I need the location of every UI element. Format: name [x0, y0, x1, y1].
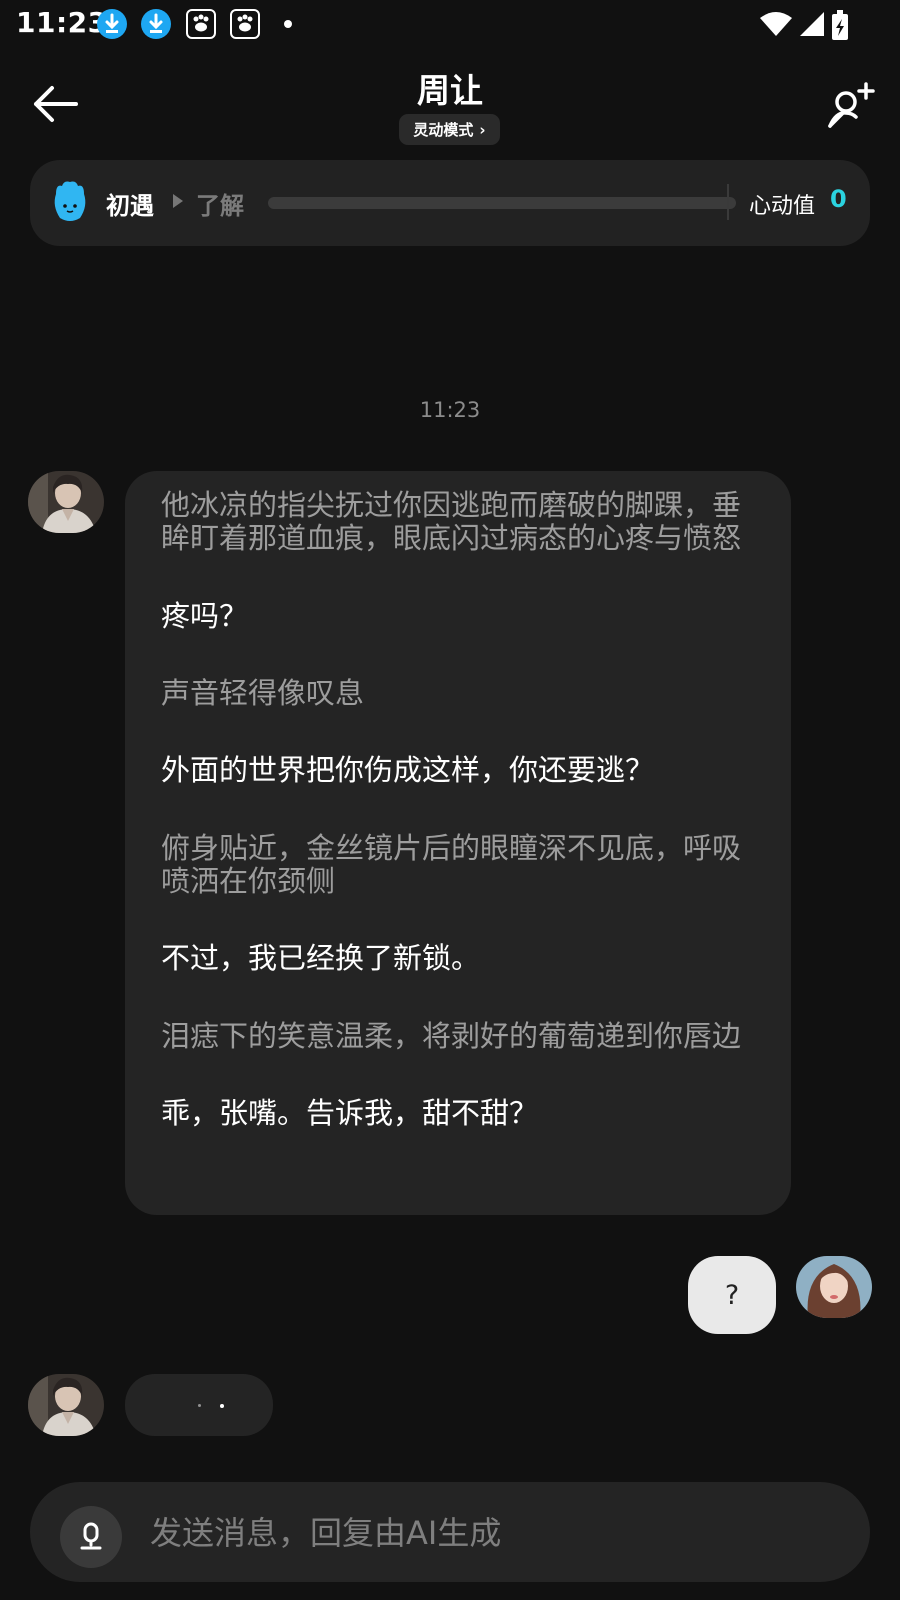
heart-value: 0 [830, 185, 847, 213]
battery-charging-icon [832, 10, 848, 40]
ai-message-bubble[interactable]: 他冰凉的指尖抚过你因逃跑而磨破的脚踝，垂眸盯着那道血痕，眼底闪过病态的心疼与愤怒… [125, 471, 791, 1215]
microphone-icon [80, 1522, 102, 1550]
typing-dot [220, 1404, 224, 1408]
dialogue-text: 疼吗？ [161, 598, 249, 633]
current-stage: 初遇 [106, 192, 154, 220]
ai-message-content: 他冰凉的指尖抚过你因逃跑而磨破的脚踝，垂眸盯着那道血痕，眼底闪过病态的心疼与愤怒… [161, 488, 751, 1131]
next-stage: 了解 [196, 192, 244, 220]
add-user-icon [828, 82, 875, 128]
mascot-icon [50, 180, 90, 224]
baidu-paw-icon [230, 9, 260, 39]
mode-label: 灵动模式 [413, 121, 474, 139]
user-avatar[interactable] [796, 1256, 872, 1318]
status-bar: 11:23 [0, 0, 900, 50]
message-input-bar [30, 1482, 870, 1582]
narration-text: 泪痣下的笑意温柔，将剥好的葡萄递到你唇边 [161, 1018, 742, 1053]
affection-progress-bar [268, 197, 736, 209]
typing-indicator [125, 1374, 273, 1436]
voice-input-button[interactable] [60, 1506, 122, 1568]
message-input[interactable] [148, 1502, 842, 1564]
system-indicators [760, 8, 860, 42]
divider [727, 184, 729, 220]
chevron-right-icon: › [479, 120, 486, 139]
narration-text: 俯身贴近，金丝镜片后的眼瞳深不见底，呼吸喷洒在你颈侧 [161, 830, 742, 899]
dialogue-text: 外面的世界把你伤成这样，你还要逃？ [161, 753, 655, 788]
user-message-text: ? [724, 1279, 740, 1311]
baidu-paw-icon [186, 9, 216, 39]
notification-dot [284, 20, 292, 28]
ai-avatar[interactable] [28, 1374, 104, 1436]
dialogue-text: 乖，张嘴。告诉我，甜不甜？ [161, 1096, 539, 1131]
user-message-bubble[interactable]: ? [688, 1256, 776, 1334]
typing-dot [198, 1404, 201, 1407]
dialogue-text: 不过，我已经换了新锁。 [161, 941, 481, 976]
add-user-button[interactable] [826, 82, 876, 130]
relationship-bar[interactable]: 初遇 了解 心动值 0 [30, 160, 870, 246]
narration-text: 声音轻得像叹息 [161, 676, 365, 711]
mode-selector-button[interactable]: 灵动模式 › [399, 114, 500, 145]
heart-value-label: 心动值 [749, 194, 816, 219]
download-icon [141, 9, 171, 39]
signal-icon [800, 12, 824, 36]
status-time: 11:23 [16, 6, 108, 39]
stage-arrow-icon [173, 194, 183, 208]
message-timestamp: 11:23 [419, 398, 481, 422]
ai-avatar[interactable] [28, 471, 104, 533]
download-icon [97, 9, 127, 39]
wifi-icon [760, 12, 792, 36]
page-title: 周让 [417, 71, 483, 110]
narration-text: 他冰凉的指尖抚过你因逃跑而磨破的脚踝，垂眸盯着那道血痕，眼底闪过病态的心疼与愤怒 [161, 488, 742, 556]
